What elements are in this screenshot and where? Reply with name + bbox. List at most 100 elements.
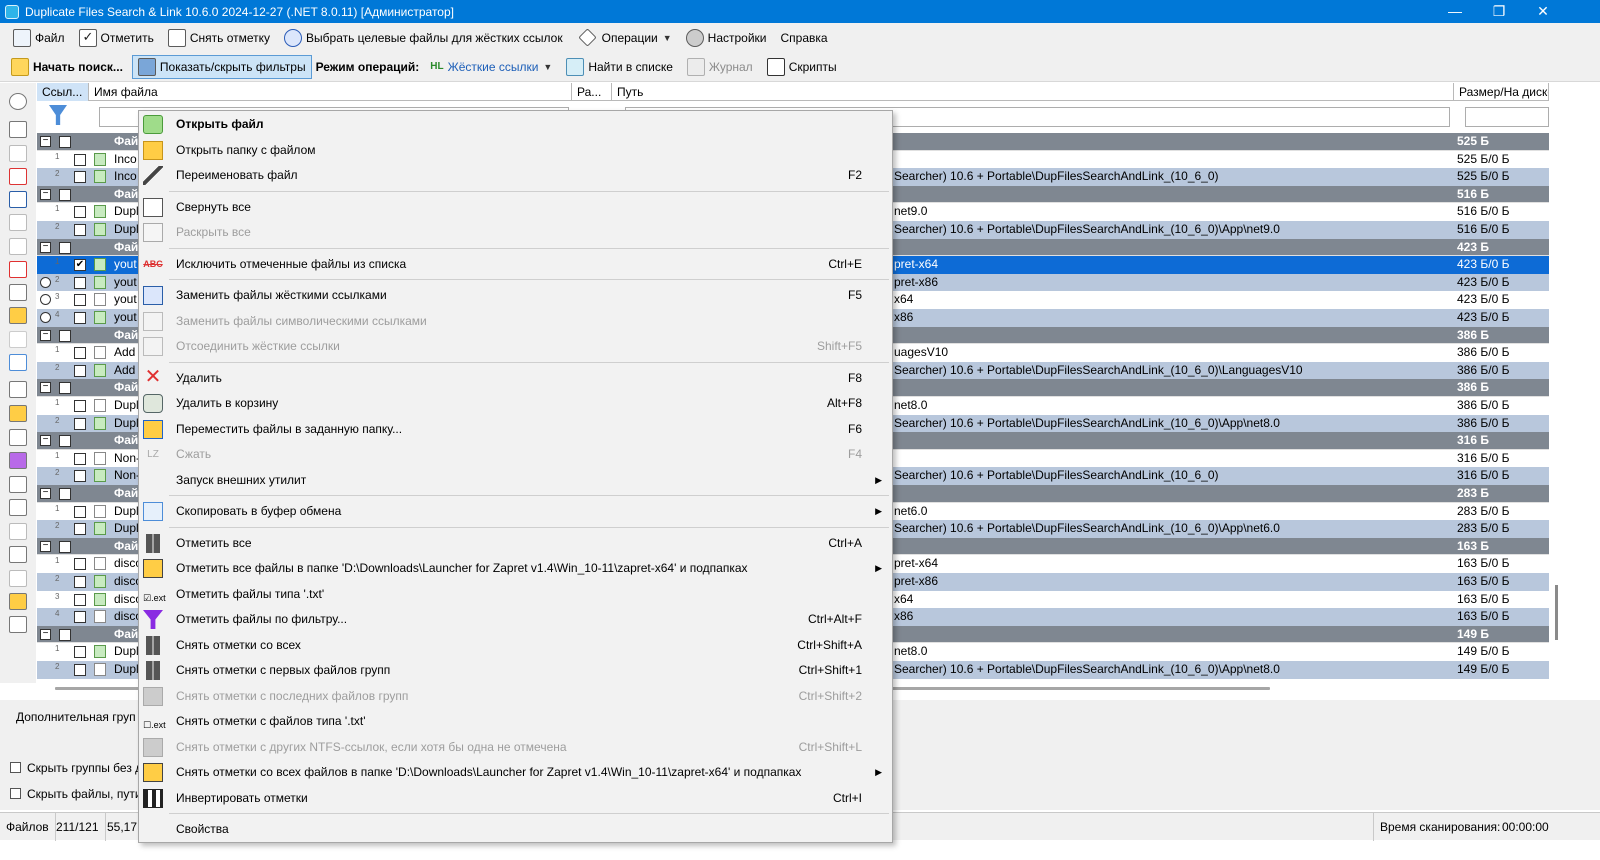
file-checkbox[interactable]: ✔ — [74, 259, 86, 272]
menu-mark[interactable]: Отметить — [74, 26, 159, 50]
context-menu-item[interactable]: Переименовать файл F2 — [139, 163, 892, 189]
file-checkbox[interactable] — [74, 452, 86, 465]
recycle-bin-icon[interactable] — [9, 284, 27, 301]
mark-all-icon[interactable] — [9, 381, 27, 398]
toggle-filters-button[interactable]: Показать/скрыть фильтры — [131, 54, 312, 79]
context-menu-item[interactable]: Снять отметки с других NTFS-ссылок, если… — [139, 735, 892, 761]
file-checkbox[interactable] — [74, 294, 86, 307]
file-checkbox[interactable] — [74, 593, 86, 606]
context-menu-item[interactable]: Снять отметки со всех файлов в папке 'D:… — [139, 760, 892, 786]
file-checkbox[interactable] — [74, 153, 86, 166]
file-checkbox[interactable] — [74, 664, 86, 676]
collapse-toggle-icon[interactable]: − — [40, 188, 51, 200]
context-menu-item[interactable]: LZ Сжать F4 — [139, 442, 892, 468]
unmark-first-icon[interactable] — [9, 499, 27, 516]
file-checkbox[interactable] — [74, 364, 86, 377]
file-checkbox[interactable] — [74, 276, 86, 289]
col-size[interactable]: Размер/На диске — [1454, 83, 1549, 101]
file-checkbox[interactable] — [74, 505, 86, 518]
context-menu-item[interactable]: Снять отметки со всех Ctrl+Shift+A — [139, 633, 892, 659]
unmark-all-icon[interactable] — [9, 476, 27, 493]
menu-settings[interactable]: Настройки — [681, 26, 772, 50]
context-menu-item[interactable]: Свойства — [139, 817, 892, 843]
menu-file[interactable]: Файл — [8, 26, 70, 50]
context-menu-item[interactable]: Отсоединить жёсткие ссылки Shift+F5 — [139, 334, 892, 360]
maximize-button[interactable]: ❐ — [1476, 0, 1522, 23]
symlink-icon[interactable] — [9, 214, 27, 231]
file-checkbox[interactable] — [74, 400, 86, 412]
context-menu-item[interactable]: Снять отметки с последних файлов групп Ct… — [139, 684, 892, 710]
group-checkbox[interactable] — [59, 136, 71, 148]
context-menu-item[interactable]: Заменить файлы символическими ссылками — [139, 309, 892, 335]
group-checkbox[interactable] — [59, 540, 71, 553]
file-checkbox[interactable] — [74, 171, 86, 184]
collapse-toggle-icon[interactable]: − — [40, 435, 51, 447]
file-checkbox[interactable] — [74, 470, 86, 483]
file-checkbox[interactable] — [74, 312, 86, 324]
file-checkbox[interactable] — [74, 206, 86, 219]
unmark-ext-icon[interactable] — [9, 546, 27, 563]
menu-unmark[interactable]: Снять отметку — [163, 26, 275, 50]
context-menu-item[interactable]: ☐.ext Снять отметки с файлов типа '.txt' — [139, 709, 892, 735]
menu-help[interactable]: Справка — [776, 26, 833, 50]
context-menu-item[interactable]: Заменить файлы жёсткими ссылками F5 — [139, 283, 892, 309]
collapse-toggle-icon[interactable]: − — [40, 540, 51, 552]
file-checkbox[interactable] — [74, 417, 86, 430]
context-menu-item[interactable]: Отметить файлы по фильтру... Ctrl+Alt+F — [139, 607, 892, 633]
context-menu-item[interactable]: ABC Исключить отмеченные файлы из списка C… — [139, 252, 892, 278]
filter-icon[interactable] — [9, 452, 27, 469]
move-folder-icon[interactable] — [9, 307, 27, 324]
minimize-button[interactable]: — — [1432, 0, 1478, 23]
hide-groups-checkbox[interactable] — [10, 762, 21, 773]
compress-icon[interactable] — [9, 331, 27, 348]
group-checkbox[interactable] — [59, 488, 71, 500]
group-checkbox[interactable] — [59, 382, 71, 395]
context-menu-item[interactable]: Отметить все Ctrl+A — [139, 531, 892, 557]
group-checkbox[interactable] — [59, 435, 71, 448]
group-checkbox[interactable] — [59, 628, 71, 641]
file-checkbox[interactable] — [74, 224, 86, 236]
context-menu-item[interactable]: Удалить в корзину Alt+F8 — [139, 391, 892, 417]
hide-groups-option[interactable]: Скрыть группы без д — [10, 761, 142, 775]
size-filter-input[interactable] — [1465, 107, 1549, 127]
group-checkbox[interactable] — [59, 241, 71, 254]
context-menu-item[interactable]: Открыть папку с файлом — [139, 138, 892, 164]
file-checkbox[interactable] — [74, 646, 86, 659]
collapse-toggle-icon[interactable]: − — [40, 329, 51, 341]
hardlink-icon[interactable] — [9, 191, 27, 208]
copy-icon[interactable] — [9, 354, 27, 371]
group-checkbox[interactable] — [59, 188, 71, 201]
file-checkbox[interactable] — [74, 576, 86, 588]
collapse-toggle-icon[interactable]: − — [40, 136, 51, 147]
start-search-button[interactable]: Начать поиск... — [6, 55, 128, 79]
expand-icon[interactable] — [9, 145, 27, 162]
context-menu-item[interactable]: Раскрыть все — [139, 220, 892, 246]
target-radio[interactable] — [40, 312, 51, 323]
mark-ext-icon[interactable] — [9, 429, 27, 446]
close-button[interactable]: ✕ — [1520, 0, 1566, 23]
group-checkbox[interactable] — [59, 329, 71, 342]
context-menu-item[interactable]: Запуск внешних утилит ▶ — [139, 468, 892, 494]
mode-dropdown[interactable]: HL Жёсткие ссылки ▼ — [425, 55, 557, 79]
context-menu-item[interactable]: Открыть файл — [139, 112, 892, 138]
context-menu-item[interactable]: Инвертировать отметки Ctrl+I — [139, 786, 892, 812]
collapse-toggle-icon[interactable]: − — [40, 241, 51, 253]
collapse-icon[interactable] — [9, 121, 27, 138]
unmark-ntfs-icon[interactable] — [9, 570, 27, 587]
scripts-button[interactable]: Скрипты — [762, 55, 842, 79]
eye-icon[interactable] — [9, 93, 27, 110]
unmark-last-icon[interactable] — [9, 523, 27, 540]
col-ext[interactable]: Ра... — [572, 83, 612, 101]
hide-files-option[interactable]: Скрыть файлы, пути — [10, 787, 142, 801]
vertical-scrollbar[interactable] — [1555, 585, 1558, 640]
context-menu-item[interactable]: Скопировать в буфер обмена ▶ — [139, 499, 892, 525]
context-menu-item[interactable]: ✕ Удалить F8 — [139, 366, 892, 392]
unlink-icon[interactable] — [9, 238, 27, 255]
file-checkbox[interactable] — [74, 611, 86, 624]
context-menu-item[interactable]: Переместить файлы в заданную папку... F6 — [139, 417, 892, 443]
menu-select-targets[interactable]: Выбрать целевые файлы для жёстких ссылок — [279, 26, 568, 50]
mark-folder-icon[interactable] — [9, 405, 27, 422]
target-radio[interactable] — [40, 276, 51, 288]
col-filename[interactable]: Имя файла — [89, 83, 572, 101]
context-menu-item[interactable]: Снять отметки с первых файлов групп Ctrl+… — [139, 658, 892, 684]
